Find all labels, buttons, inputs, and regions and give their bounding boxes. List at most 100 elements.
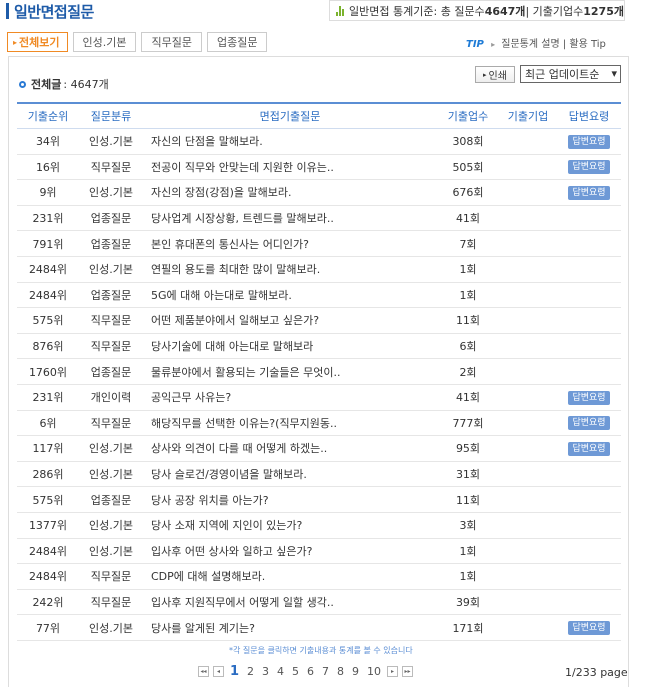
table-row[interactable]: 286위 인성.기본 당사 슬로건/경영이념을 말해보라. 31회 [17,462,621,488]
rank-cell: 117위 [32,442,64,456]
question-cell[interactable]: 자신의 장점(강점)을 말해보라. [143,184,437,200]
table-row[interactable]: 117위 인성.기본 상사와 의견이 다를 때 어떻게 하겠는.. 95회 답변요령 [17,436,621,462]
table-row[interactable]: 242위 직무질문 입사후 지원직무에서 어떻게 일할 생각.. 39회 [17,590,621,616]
print-button[interactable]: ▸ 인쇄 [475,66,515,83]
page-number[interactable]: 3 [260,665,271,678]
answer-tip-button[interactable]: 답변요령 [568,416,610,431]
table-row[interactable]: 2484위 인성.기본 입사후 어떤 상사와 일하고 싶은가? 1회 [17,539,621,565]
count-cell: 39회 [455,595,481,609]
sort-select[interactable]: 최근 업데이트순 ▾ [520,65,621,83]
question-cell[interactable]: 전공이 직무와 안맞는데 지원한 이유는.. [143,159,437,175]
table-row[interactable]: 1760위 업종질문 물류분야에서 활용되는 기술들은 무엇이.. 2회 [17,359,621,385]
question-cell[interactable]: CDP에 대해 설명해보라. [143,568,437,584]
tab-all[interactable]: ▸ 전체보기 [7,32,68,52]
table-row[interactable]: 2484위 직무질문 CDP에 대해 설명해보라. 1회 [17,564,621,590]
answer-tip-button[interactable]: 답변요령 [568,134,610,149]
page-number[interactable]: 5 [290,665,301,678]
table-row[interactable]: 575위 업종질문 당사 공장 위치를 아는가? 11회 [17,487,621,513]
tab-personality[interactable]: 인성.기본 [72,32,137,52]
question-cell[interactable]: 당사를 알게된 계기는? [143,620,437,636]
page-number[interactable]: 7 [320,665,331,678]
table-row[interactable]: 2484위 인성.기본 연필의 용도를 최대한 많이 말해보라. 1회 [17,257,621,283]
next-page-icon[interactable]: ▸ [387,666,399,677]
count-cell: 777회 [452,416,484,430]
answer-cell: 답변요령 [557,185,621,200]
table-row[interactable]: 1377위 인성.기본 당사 소재 지역에 지인이 있는가? 3회 [17,513,621,539]
question-cell[interactable]: 본인 휴대폰의 통신사는 어디인가? [143,236,437,252]
table-row[interactable]: 77위 인성.기본 당사를 알게된 계기는? 171회 답변요령 [17,615,621,641]
category-cell: 업종질문 [90,212,132,226]
answer-tip-button[interactable]: 답변요령 [568,441,610,456]
count-cell: 95회 [455,442,481,456]
page-number[interactable]: 10 [365,665,383,678]
question-cell[interactable]: 연필의 용도를 최대한 많이 말해보라. [143,261,437,277]
question-cell[interactable]: 어떤 제품분야에서 일해보고 싶은가? [143,312,437,328]
page-number[interactable]: 6 [305,665,316,678]
question-cell[interactable]: 5G에 대해 아는대로 말해보라. [143,287,437,303]
rank-cell: 6위 [39,416,57,430]
count-cell: 171회 [452,621,484,635]
page-number[interactable]: 9 [350,665,361,678]
page-number[interactable]: 1 [228,664,241,679]
prev-page-icon[interactable]: ◂ [213,666,224,677]
question-cell[interactable]: 당사 공장 위치를 아는가? [143,492,437,508]
count-cell: 676회 [452,186,484,200]
tab-industry[interactable]: 업종질문 [206,32,268,52]
table-row[interactable]: 231위 업종질문 당사업계 시장상황, 트렌드를 말해보라.. 41회 [17,206,621,232]
table-row[interactable]: 2484위 업종질문 5G에 대해 아는대로 말해보라. 1회 [17,283,621,309]
rank-cell: 34위 [35,135,61,149]
count-cell: 1회 [459,263,477,277]
tip-link[interactable]: TIP ▸ 질문통계 설명 | 활용 Tip [466,35,606,50]
table-row[interactable]: 231위 개인이력 공익근무 사유는? 41회 답변요령 [17,385,621,411]
table-row[interactable]: 34위 인성.기본 자신의 단점을 말해보라. 308회 답변요령 [17,129,621,155]
table-row[interactable]: 9위 인성.기본 자신의 장점(강점)을 말해보라. 676회 답변요령 [17,180,621,206]
table-row[interactable]: 876위 직무질문 당사기술에 대해 아는대로 말해보라 6회 [17,334,621,360]
question-cell[interactable]: 해당직무를 선택한 이유는?(직무지원동.. [143,415,437,431]
rank-cell: 876위 [32,340,64,354]
question-cell[interactable]: 당사기술에 대해 아는대로 말해보라 [143,338,437,354]
rank-cell: 2484위 [28,544,68,558]
question-cell[interactable]: 상사와 의견이 다를 때 어떻게 하겠는.. [143,440,437,456]
last-page-icon[interactable]: ▸▸ [402,666,414,677]
question-cell[interactable]: 물류분야에서 활용되는 기술들은 무엇이.. [143,364,437,380]
question-table: 기출순위 질문분류 면접기출질문 기출업수 기출기업 답변요령 34위 인성.기본… [17,102,621,641]
table-row[interactable]: 791위 업종질문 본인 휴대폰의 통신사는 어디인가? 7회 [17,231,621,257]
question-cell[interactable]: 입사후 지원직무에서 어떻게 일할 생각.. [143,594,437,610]
question-cell[interactable]: 입사후 어떤 상사와 일하고 싶은가? [143,543,437,559]
question-cell[interactable]: 자신의 단점을 말해보라. [143,133,437,149]
category-cell: 인성.기본 [89,519,133,533]
tab-active-arrow-icon: ▸ [13,37,18,47]
category-cell: 개인이력 [90,391,132,405]
total-label: 전체글 [31,78,62,91]
page-number[interactable]: 8 [335,665,346,678]
question-cell[interactable]: 공익근무 사유는? [143,389,437,405]
header-count: 기출업수 [447,110,489,123]
rank-cell: 1377위 [28,519,68,533]
page-number[interactable]: 4 [275,665,286,678]
answer-tip-button[interactable]: 답변요령 [568,185,610,200]
category-cell: 직무질문 [90,416,132,430]
tab-job[interactable]: 직무질문 [141,32,202,52]
answer-cell: 답변요령 [557,620,621,636]
question-cell[interactable]: 당사업계 시장상황, 트렌드를 말해보라.. [143,210,437,226]
count-cell: 505회 [452,160,484,174]
answer-tip-button[interactable]: 답변요령 [568,160,610,175]
rank-cell: 2484위 [28,288,68,302]
table-row[interactable]: 16위 직무질문 전공이 직무와 안맞는데 지원한 이유는.. 505회 답변요령 [17,155,621,181]
question-cell[interactable]: 당사 슬로건/경영이념을 말해보라. [143,466,437,482]
page-title: 일반면접질문 [14,3,94,21]
table-row[interactable]: 6위 직무질문 해당직무를 선택한 이유는?(직무지원동.. 777회 답변요령 [17,411,621,437]
print-label: 인쇄 [488,71,507,82]
answer-tip-button[interactable]: 답변요령 [568,621,610,636]
category-cell: 인성.기본 [89,544,133,558]
page-number-list: 1 2 3 4 5 6 7 8 9 10 [228,664,383,679]
bullet-circle-icon [19,80,26,88]
header-answer: 답변요령 [568,110,610,123]
category-cell: 직무질문 [90,570,132,584]
page-number[interactable]: 2 [245,665,256,678]
tab-label: 전체보기 [19,36,60,49]
first-page-icon[interactable]: ◂◂ [198,666,209,677]
answer-tip-button[interactable]: 답변요령 [568,390,610,405]
table-row[interactable]: 575위 직무질문 어떤 제품분야에서 일해보고 싶은가? 11회 [17,308,621,334]
question-cell[interactable]: 당사 소재 지역에 지인이 있는가? [143,517,437,533]
